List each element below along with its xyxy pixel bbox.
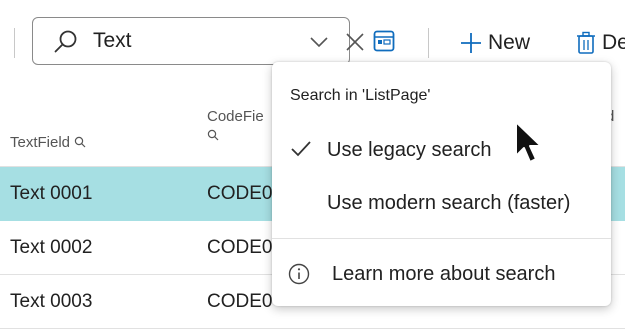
info-icon bbox=[288, 263, 310, 285]
search-icon bbox=[54, 30, 77, 53]
popup-title: Search in 'ListPage' bbox=[290, 87, 431, 104]
column-header-textfield[interactable]: TextField bbox=[10, 134, 86, 151]
column-header-codefield-search bbox=[207, 128, 219, 145]
learn-more-link[interactable]: Learn more about search bbox=[332, 263, 555, 286]
legacy-search-option[interactable]: Use legacy search bbox=[272, 128, 611, 172]
cell-textfield[interactable]: Text 0001 bbox=[10, 183, 92, 205]
close-icon[interactable] bbox=[343, 30, 367, 54]
search-icon bbox=[207, 129, 219, 141]
legacy-search-label: Use legacy search bbox=[327, 139, 492, 161]
cell-codefield[interactable]: CODE0 bbox=[207, 291, 272, 313]
popup-divider bbox=[272, 238, 611, 239]
modern-search-label: Use modern search (faster) bbox=[327, 192, 571, 214]
cell-codefield[interactable]: CODE0 bbox=[207, 183, 272, 205]
delete-button[interactable]: De bbox=[576, 28, 625, 58]
search-box[interactable] bbox=[32, 17, 364, 65]
search-options-popup: Search in 'ListPage' Use legacy search U… bbox=[272, 62, 611, 306]
plus-icon bbox=[461, 33, 481, 53]
column-header-codefield[interactable]: CodeFie bbox=[207, 108, 264, 125]
search-input[interactable] bbox=[93, 27, 293, 55]
layout-icon[interactable] bbox=[372, 29, 396, 53]
delete-button-label: De bbox=[602, 31, 625, 54]
new-button[interactable]: New bbox=[460, 28, 530, 58]
new-button-label: New bbox=[488, 31, 531, 54]
toolbar-divider bbox=[14, 28, 15, 58]
checkmark-icon bbox=[291, 141, 311, 157]
cell-textfield[interactable]: Text 0003 bbox=[10, 291, 92, 313]
mouse-pointer-icon bbox=[515, 121, 542, 163]
trash-icon bbox=[577, 31, 595, 54]
cell-textfield[interactable]: Text 0002 bbox=[10, 237, 92, 259]
search-icon bbox=[75, 136, 86, 148]
cell-codefield[interactable]: CODE0 bbox=[207, 237, 272, 259]
toolbar-divider bbox=[428, 28, 429, 58]
modern-search-option[interactable]: Use modern search (faster) bbox=[272, 181, 611, 225]
chevron-down-icon[interactable] bbox=[309, 35, 329, 49]
